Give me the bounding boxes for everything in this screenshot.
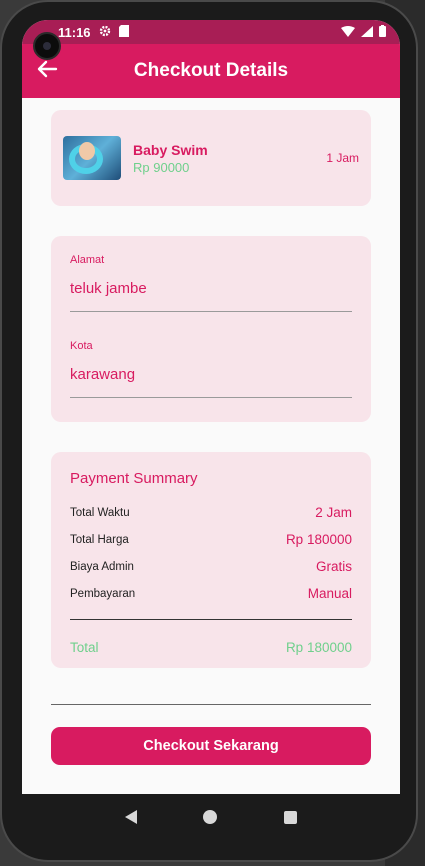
app-screen: 11:16 Checkout Details Baby Swim Rp 9000… — [22, 20, 400, 794]
nav-home-icon[interactable] — [203, 810, 218, 824]
alamat-field[interactable]: Alamat teluk jambe — [70, 254, 352, 312]
summary-row: Biaya Admin Gratis — [70, 553, 352, 580]
nav-back-icon[interactable] — [125, 810, 138, 824]
product-name: Baby Swim — [133, 141, 208, 158]
kota-input[interactable]: karawang — [70, 366, 352, 398]
page-title: Checkout Details — [133, 60, 289, 81]
battery-icon — [379, 24, 386, 40]
system-nav-bar — [22, 794, 400, 840]
summary-row-value: Rp 180000 — [285, 532, 352, 547]
settings-icon — [99, 25, 111, 40]
kota-label: Kota — [70, 340, 93, 352]
payment-summary-card: Payment Summary Total Waktu 2 Jam Total … — [51, 452, 371, 668]
summary-row-label: Pembayaran — [70, 587, 136, 600]
camera-icon — [33, 32, 61, 60]
address-card: Alamat teluk jambe Kota karawang — [51, 236, 371, 422]
nav-recents-icon[interactable] — [283, 810, 297, 824]
summary-row-value: Manual — [307, 586, 352, 601]
status-time: 11:16 — [58, 24, 91, 40]
product-image — [63, 136, 121, 180]
back-arrow-icon[interactable] — [36, 58, 60, 82]
summary-title: Payment Summary — [70, 470, 198, 487]
phone-frame: 11:16 Checkout Details Baby Swim Rp 9000… — [0, 0, 418, 862]
summary-divider — [70, 619, 352, 620]
alamat-input[interactable]: teluk jambe — [70, 280, 352, 312]
checkout-button[interactable]: Checkout Sekarang — [51, 727, 371, 765]
total-label: Total — [70, 640, 99, 655]
main-content: Baby Swim Rp 90000 1 Jam Alamat teluk ja… — [22, 98, 400, 765]
summary-row-label: Biaya Admin — [70, 560, 134, 573]
summary-row: Pembayaran Manual — [70, 580, 352, 607]
app-bar: Checkout Details — [22, 44, 400, 98]
summary-row-value: Gratis — [315, 559, 352, 574]
product-price: Rp 90000 — [133, 159, 190, 175]
bottom-divider — [51, 704, 371, 705]
alamat-label: Alamat — [70, 254, 105, 266]
product-card: Baby Swim Rp 90000 1 Jam — [51, 110, 371, 206]
summary-row: Total Harga Rp 180000 — [70, 526, 352, 553]
summary-row: Total Waktu 2 Jam — [70, 499, 352, 526]
wifi-icon — [341, 25, 355, 40]
total-row: Total Rp 180000 — [70, 634, 352, 661]
summary-row-label: Total Harga — [70, 533, 129, 546]
sd-card-icon — [118, 24, 129, 40]
summary-row-value: 2 Jam — [315, 505, 352, 520]
product-duration: 1 Jam — [326, 151, 359, 165]
summary-row-label: Total Waktu — [70, 506, 130, 519]
kota-field[interactable]: Kota karawang — [70, 340, 352, 398]
signal-icon — [361, 25, 373, 40]
status-bar: 11:16 — [22, 20, 400, 44]
total-value: Rp 180000 — [285, 640, 352, 655]
